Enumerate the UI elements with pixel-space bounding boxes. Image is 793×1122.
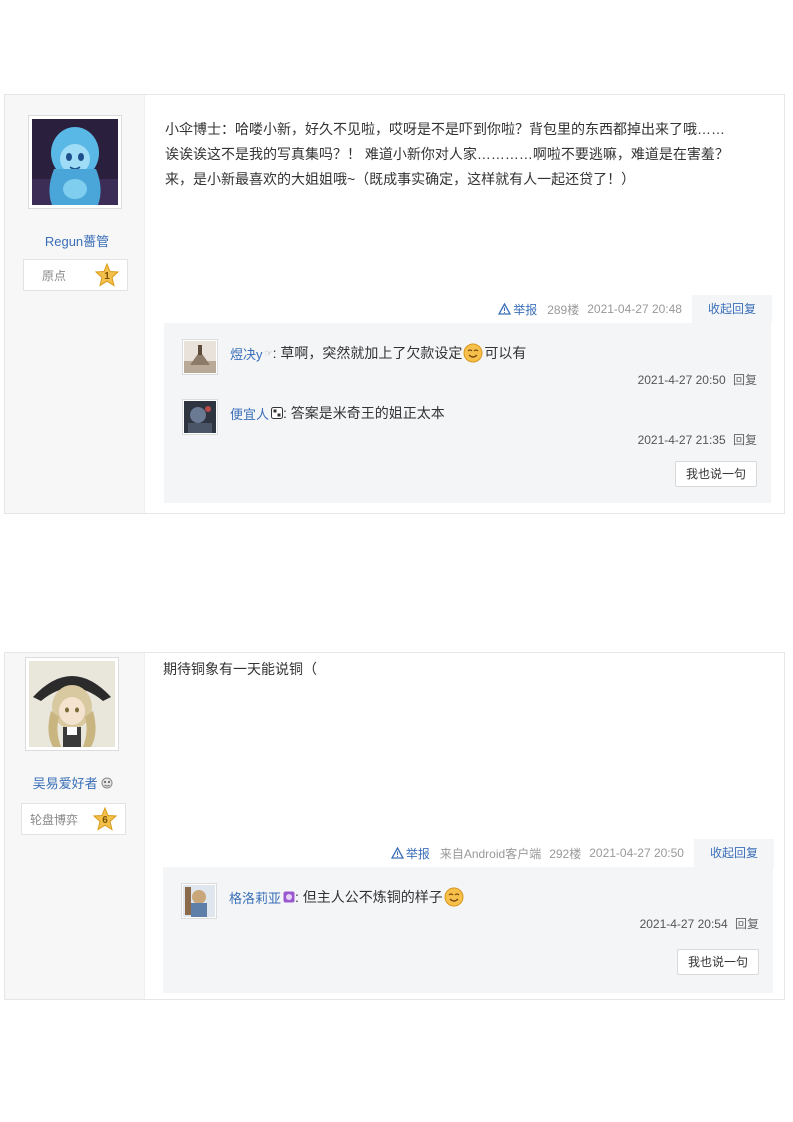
post-floor-289: Regun薔管 原点 1 小伞博士：哈喽小新，好久不见啦，哎呀是不是吓到你啦？背… (4, 94, 785, 514)
author-rank[interactable]: 原点 1 (23, 259, 128, 291)
user-badge-icon (101, 777, 113, 789)
reply-username[interactable]: 煜决y (230, 344, 263, 363)
post-floor-292: 吴易爱好者 轮盘博弈 6 期待铜象有一天能说铜（ 举报 来自Android客户端… (4, 652, 785, 1000)
floor-number: 289楼 (547, 302, 580, 317)
report-link[interactable]: 举报 (498, 301, 537, 318)
reply-username[interactable]: 便宜人 (230, 404, 269, 423)
reply-button[interactable]: 回复 (733, 433, 757, 447)
reply-body: : 答案是米奇王的姐正太本 (283, 405, 445, 421)
reply-text: 便宜人 : 答案是米奇王的姐正太本 (230, 403, 445, 423)
reply-time: 2021-4-27 20:54 (639, 917, 728, 931)
reply-item: 便宜人 : 答案是米奇王的姐正太本 2021-4-27 21:35 回复 (164, 383, 771, 447)
rank-title: 轮盘博弈 (30, 812, 79, 827)
avatar-image (29, 661, 115, 747)
reply-panel: 格洛莉亚 : 但主人公不炼铜的样子 2021-4-27 20:54 回复 我也说… (163, 867, 773, 993)
reply-body: : 草啊，突然就加上了欠款设定 (272, 345, 463, 361)
reply-text: 煜决y ☞ : 草啊，突然就加上了欠款设定 可以有 (230, 343, 526, 363)
avatar-image (184, 341, 216, 373)
author-sidebar: Regun薔管 原点 1 (5, 95, 145, 513)
post-content: 期待铜象有一天能说铜（ (163, 657, 766, 682)
author-username-text: 吴易爱好者 (32, 776, 98, 791)
reply-item: 煜决y ☞ : 草啊，突然就加上了欠款设定 可以有 2021-4-27 20:5… (164, 323, 771, 387)
post-time: 2021-04-27 20:50 (589, 846, 684, 860)
content-line: 小伞博士：哈喽小新，好久不见啦，哎呀是不是吓到你啦？背包里的东西都掉出来了哦…… (165, 121, 725, 137)
reply-avatar[interactable] (182, 339, 218, 375)
user-tag: ☞ (264, 347, 273, 358)
post-meta: 举报 来自Android客户端 292楼 2021-04-27 20:50 收起… (390, 839, 774, 867)
author-sidebar: 吴易爱好者 轮盘博弈 6 (5, 653, 145, 999)
report-label: 举报 (405, 846, 430, 861)
reply-time: 2021-4-27 21:35 (637, 433, 726, 447)
reply-item: 格洛莉亚 : 但主人公不炼铜的样子 2021-4-27 20:54 回复 (163, 867, 773, 931)
avatar-image (183, 885, 215, 917)
collapse-replies-button[interactable]: 收起回复 (693, 839, 774, 867)
say-something-button[interactable]: 我也说一句 (674, 461, 757, 487)
rank-level: 1 (104, 270, 110, 282)
reply-avatar[interactable] (181, 883, 217, 919)
post-content: 小伞博士：哈喽小新，好久不见啦，哎呀是不是吓到你啦？背包里的东西都掉出来了哦……… (165, 117, 766, 192)
warning-triangle-icon (390, 847, 404, 859)
content-line: 诶诶诶这不是我的写真集吗？！ 难道小新你对人家…………啊啦不要逃嘛，难道是在害羞… (165, 146, 729, 162)
reply-body-tail: 可以有 (484, 345, 527, 361)
author-rank[interactable]: 轮盘博弈 6 (21, 803, 126, 835)
floor-number: 292楼 (549, 846, 582, 861)
reply-meta: 2021-4-27 21:35 回复 (638, 431, 757, 448)
author-avatar[interactable] (25, 657, 119, 751)
author-username[interactable]: 吴易爱好者 (3, 773, 143, 792)
reply-avatar[interactable] (182, 399, 218, 435)
report-label: 举报 (513, 302, 538, 317)
rank-level: 6 (102, 814, 108, 826)
reply-button[interactable]: 回复 (735, 917, 759, 931)
post-time: 2021-04-27 20:48 (587, 302, 682, 316)
client-source[interactable]: 来自Android客户端 (440, 845, 541, 862)
warning-triangle-icon (498, 303, 512, 315)
smile-emoji-icon (463, 343, 483, 363)
avatar-image (32, 119, 118, 205)
author-avatar[interactable] (28, 115, 122, 209)
post-meta: 举报 289楼 2021-04-27 20:48 收起回复 (498, 295, 772, 323)
rank-title: 原点 (42, 268, 67, 283)
say-something-button[interactable]: 我也说一句 (676, 949, 759, 975)
report-link[interactable]: 举报 (390, 845, 430, 862)
reply-meta: 2021-4-27 20:54 回复 (640, 915, 759, 932)
reply-body: : 但主人公不炼铜的样子 (295, 889, 443, 905)
smile-emoji-icon (444, 887, 464, 907)
content-line: 来，是小新最喜欢的大姐姐哦~（既成事实确定，这样就有人一起还贷了！） (165, 171, 636, 187)
user-badge-icon (283, 891, 295, 903)
content-line: 期待铜象有一天能说铜（ (163, 661, 317, 677)
author-username[interactable]: Regun薔管 (7, 231, 147, 250)
avatar-image (184, 401, 216, 433)
reply-text: 格洛莉亚 : 但主人公不炼铜的样子 (229, 887, 465, 907)
user-badge-icon (271, 407, 284, 419)
collapse-replies-button[interactable]: 收起回复 (691, 295, 772, 323)
reply-username[interactable]: 格洛莉亚 (229, 888, 281, 907)
reply-panel: 煜决y ☞ : 草啊，突然就加上了欠款设定 可以有 2021-4-27 20:5… (164, 323, 771, 503)
